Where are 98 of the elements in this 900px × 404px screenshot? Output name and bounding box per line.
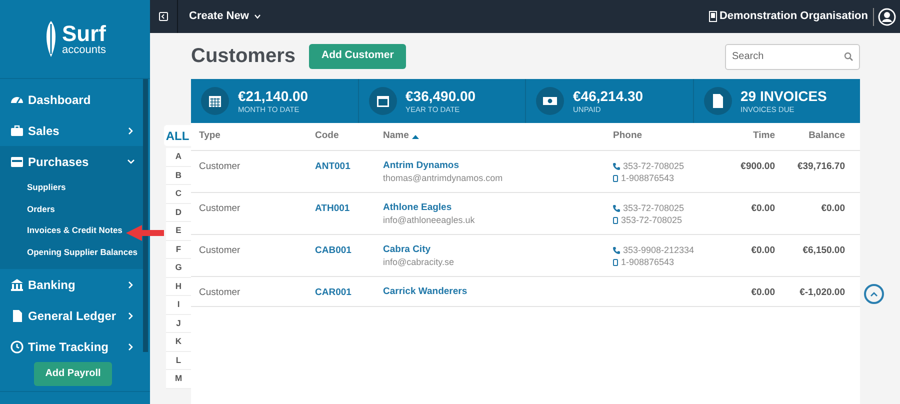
letter-tab[interactable]: E xyxy=(166,222,191,240)
chevron-right-icon xyxy=(127,280,135,288)
letter-tab[interactable]: G xyxy=(166,259,191,278)
chevron-up-icon xyxy=(870,292,878,296)
customer-name-link[interactable]: Athlone Eagles xyxy=(383,202,613,214)
table-cell-text: €39,716.70 xyxy=(796,160,845,174)
customer-name-link[interactable]: Cabra City xyxy=(383,244,613,256)
table-cell-text: €6,150.00 xyxy=(802,244,845,258)
letter-tab[interactable]: F xyxy=(166,240,191,259)
table-cell-text: €0.00 xyxy=(750,244,775,258)
letter-tab[interactable]: H xyxy=(166,278,191,296)
customer-code-link[interactable]: CAR001 xyxy=(315,286,383,300)
submenu-item[interactable]: Suppliers xyxy=(27,181,66,194)
sidebar-toggle-icon xyxy=(159,12,168,21)
nav-item[interactable]: Time Tracking xyxy=(0,331,143,362)
submenu-item[interactable]: Orders xyxy=(27,202,55,216)
column-header[interactable]: Balance xyxy=(775,129,845,144)
calendar-icon xyxy=(374,93,390,109)
phone-number: 1-908876543 xyxy=(621,256,674,268)
clock-icon xyxy=(10,340,24,354)
user-avatar-icon xyxy=(878,8,896,26)
customer-name-link[interactable]: Carrick Wanderers xyxy=(383,286,613,298)
nav-item[interactable]: Sales xyxy=(0,115,143,146)
letter-tab[interactable]: A xyxy=(166,148,191,166)
chevron-down-icon xyxy=(127,158,135,166)
customer-name-link[interactable]: Antrim Dynamos xyxy=(383,160,613,172)
caret-icon xyxy=(254,14,261,19)
page-title: Customers xyxy=(191,44,296,69)
phone-icon xyxy=(613,246,620,254)
phone-number: 353-9908-212334 xyxy=(623,244,694,256)
nav-item[interactable]: Banking xyxy=(0,269,143,300)
customer-email: info@athloneeagles.uk xyxy=(383,214,476,226)
chevron-right-icon xyxy=(127,342,135,350)
stat-value: 29 INVOICES xyxy=(740,88,827,106)
add-customer-button[interactable]: Add Customer xyxy=(309,44,406,68)
phone-icon xyxy=(613,162,620,170)
briefcase-icon xyxy=(10,124,24,138)
phone-icon xyxy=(613,204,620,212)
scroll-up-button[interactable] xyxy=(864,284,884,304)
letter-tab[interactable]: ALL xyxy=(164,125,191,146)
search-icon xyxy=(844,52,853,61)
submenu-item[interactable]: Invoices & Credit Notes xyxy=(27,224,122,238)
table-cell-text: Customer xyxy=(198,244,242,258)
table-cell-text: Customer xyxy=(198,286,242,300)
column-header[interactable]: Phone xyxy=(613,129,737,144)
letter-tab[interactable]: J xyxy=(166,314,191,333)
column-header[interactable]: Name xyxy=(383,129,613,144)
stat-value: €46,214.30 xyxy=(573,88,644,106)
add-payroll-button[interactable]: Add Payroll xyxy=(34,362,112,386)
customer-code-link[interactable]: ATH001 xyxy=(315,202,383,216)
customer-email: info@cabracity.se xyxy=(383,256,455,268)
logo-name: Surf xyxy=(62,22,106,44)
customer-code-link[interactable]: ANT001 xyxy=(315,160,383,174)
table-cell-text: €900.00 xyxy=(740,160,775,174)
phone-number: 353-72-708025 xyxy=(623,202,684,214)
column-header[interactable]: Code xyxy=(315,129,383,144)
table-cell-text: €0.00 xyxy=(750,202,775,216)
search-field[interactable]: Search xyxy=(725,44,860,70)
letter-tab[interactable]: I xyxy=(166,296,191,314)
calendar-icon xyxy=(207,93,223,109)
table-cell-text: Customer xyxy=(198,160,242,174)
logo-tagline: accounts xyxy=(62,44,106,56)
letter-tab[interactable]: C xyxy=(166,185,191,204)
column-header[interactable]: Type xyxy=(191,129,315,144)
table-cell-text: €0.00 xyxy=(750,286,775,300)
create-new-menu[interactable]: Create New xyxy=(189,8,261,25)
document-icon xyxy=(10,308,24,322)
mobile-phone-icon xyxy=(613,174,618,182)
letter-tab[interactable]: L xyxy=(166,352,191,370)
card-icon xyxy=(10,154,24,168)
customer-email: thomas@antrimdynamos.com xyxy=(383,172,504,184)
table-cell-text: €0.00 xyxy=(820,202,845,216)
mobile-phone-icon xyxy=(613,258,618,266)
stat-value: €21,140.00 xyxy=(238,88,308,106)
column-header[interactable]: Time xyxy=(737,129,775,144)
bank-icon xyxy=(10,278,24,292)
surfboard-icon xyxy=(44,20,58,58)
nav-item[interactable]: Dashboard xyxy=(0,84,143,115)
nav-item[interactable]: Purchases xyxy=(0,146,143,177)
letter-tab[interactable]: M xyxy=(166,370,191,388)
phone-number: 1-908876543 xyxy=(621,172,674,184)
letter-tab[interactable]: D xyxy=(166,204,191,222)
chevron-right-icon xyxy=(127,126,135,134)
submenu-item[interactable]: Opening Supplier Balances xyxy=(27,246,138,259)
building-icon xyxy=(709,11,718,22)
nav-item[interactable]: General Ledger xyxy=(0,300,143,331)
arrow-annotation xyxy=(126,224,164,242)
chevron-right-icon xyxy=(127,312,135,320)
phone-number: 353-72-708025 xyxy=(621,214,682,226)
letter-tab[interactable]: K xyxy=(166,333,191,352)
stat-value: €36,490.00 xyxy=(406,88,476,106)
customer-code-link[interactable]: CAB001 xyxy=(315,244,383,258)
organisation-menu[interactable]: Demonstration Organisation xyxy=(709,8,874,26)
letter-tab[interactable]: B xyxy=(166,166,191,185)
phone-number: 353-72-708025 xyxy=(623,160,684,172)
mobile-phone-icon xyxy=(613,216,618,224)
table-cell-text: Customer xyxy=(198,202,242,216)
table-cell-text: €-1,020.00 xyxy=(798,286,845,300)
